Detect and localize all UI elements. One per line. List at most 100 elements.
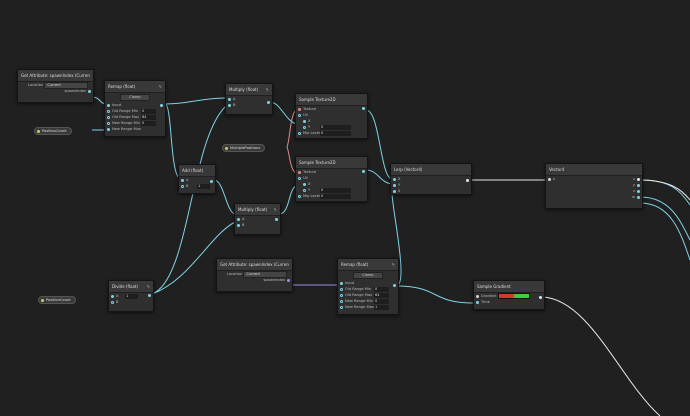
input-port[interactable] xyxy=(303,125,306,129)
input-port[interactable] xyxy=(393,189,396,193)
output-port[interactable] xyxy=(88,89,91,93)
wire-remap1-multiply1 xyxy=(164,97,227,105)
property-position-count-2[interactable]: PositionCount xyxy=(38,296,76,304)
input-port[interactable] xyxy=(107,127,110,131)
node-divide[interactable]: Divide (float) ✎ A 1 B xyxy=(108,280,154,312)
input-port[interactable] xyxy=(298,131,301,135)
input-port[interactable] xyxy=(237,217,240,221)
node-remap-2[interactable]: Remap (float) ✎ Clamp Input Old Range Min… xyxy=(337,258,399,315)
input-port[interactable] xyxy=(303,119,306,123)
input-port[interactable] xyxy=(476,294,479,298)
value-field[interactable]: 64 xyxy=(141,114,156,120)
node-multiply-2[interactable]: Multiply (float) ✎ A B xyxy=(234,203,281,235)
port-label: Gradient xyxy=(481,294,497,298)
output-port[interactable] xyxy=(275,218,278,221)
output-port[interactable] xyxy=(210,180,213,183)
node-get-attribute-2[interactable]: Get Attribute: spawnIndex (Current) Loca… xyxy=(216,258,293,292)
value-field[interactable]: 0 xyxy=(320,130,351,136)
input-port[interactable] xyxy=(181,184,184,188)
value-field[interactable]: 0 xyxy=(374,298,389,304)
input-port[interactable] xyxy=(340,299,343,303)
port-label: A xyxy=(186,178,189,182)
node-get-attribute-1[interactable]: Get Attribute: spawnIndex (Current) Loca… xyxy=(17,69,94,103)
wire-multiply1-sample1 xyxy=(269,101,297,125)
output-port[interactable] xyxy=(393,284,396,287)
output-port[interactable] xyxy=(637,195,640,199)
output-port[interactable] xyxy=(637,189,640,193)
settings-icon[interactable]: ✎ xyxy=(392,259,395,270)
settings-icon[interactable]: ✎ xyxy=(159,81,162,92)
graph-canvas[interactable]: Get Attribute: spawnIndex (Current) Loca… xyxy=(0,0,690,416)
input-port[interactable] xyxy=(107,115,110,119)
input-port[interactable] xyxy=(340,281,343,285)
input-port[interactable] xyxy=(107,103,110,107)
output-port[interactable] xyxy=(637,177,640,181)
input-port[interactable] xyxy=(298,194,301,198)
input-port[interactable] xyxy=(548,177,551,181)
value-field[interactable]: 1 xyxy=(125,293,138,299)
wire-vec4-out1 xyxy=(639,179,690,206)
node-title: Divide (float) xyxy=(112,284,139,289)
node-add[interactable]: Add (float) A B 1 xyxy=(178,164,216,194)
node-title: Multiply (float) xyxy=(238,207,268,212)
input-port[interactable] xyxy=(340,305,343,309)
output-port[interactable] xyxy=(466,179,469,182)
clamp-toggle[interactable]: Clamp xyxy=(120,94,150,101)
input-port[interactable] xyxy=(476,300,479,304)
input-port[interactable] xyxy=(181,178,184,182)
input-port[interactable] xyxy=(228,103,231,107)
input-port[interactable] xyxy=(228,97,231,101)
input-port[interactable] xyxy=(393,183,396,187)
clamp-toggle[interactable]: Clamp xyxy=(353,272,383,279)
output-port[interactable] xyxy=(539,296,542,299)
property-multiple-positions[interactable]: MultiplePositions xyxy=(222,144,266,152)
node-sample-texture-1[interactable]: Sample Texture2D Texture UV X Y 0 Mip Lev… xyxy=(295,93,368,139)
port-label: X xyxy=(308,182,311,186)
value-field[interactable]: 0 xyxy=(141,120,156,126)
input-port[interactable] xyxy=(298,170,301,174)
output-port[interactable] xyxy=(160,104,163,107)
node-remap-1[interactable]: Remap (float) ✎ Clamp Input Old Range Min… xyxy=(104,80,166,137)
output-port[interactable] xyxy=(148,294,151,297)
value-field[interactable]: 1 xyxy=(374,304,389,310)
input-port[interactable] xyxy=(298,113,301,117)
port-label: A xyxy=(233,97,236,101)
input-port[interactable] xyxy=(340,293,343,297)
input-port[interactable] xyxy=(111,300,114,304)
input-port[interactable] xyxy=(303,182,306,186)
value-field[interactable]: 0 xyxy=(141,108,156,114)
input-port[interactable] xyxy=(237,223,240,227)
node-sample-gradient[interactable]: Sample Gradient Gradient Time xyxy=(473,280,545,310)
output-port[interactable] xyxy=(362,107,365,110)
value-field[interactable]: 1 xyxy=(197,183,210,189)
settings-icon[interactable]: ✎ xyxy=(266,84,269,95)
property-position-count-1[interactable]: PositionCount xyxy=(34,127,72,135)
value-field[interactable]: 0 xyxy=(320,124,351,130)
port-label: New Range Max xyxy=(345,305,374,309)
input-port[interactable] xyxy=(340,287,343,291)
output-port[interactable] xyxy=(362,170,365,173)
input-port[interactable] xyxy=(298,176,301,180)
input-port[interactable] xyxy=(107,121,110,125)
input-port[interactable] xyxy=(298,107,301,111)
node-title: Multiply (float) xyxy=(229,87,259,92)
settings-icon[interactable]: ✎ xyxy=(147,281,150,292)
settings-icon[interactable]: ✎ xyxy=(274,204,277,215)
value-field[interactable]: 0 xyxy=(320,193,351,199)
value-field[interactable]: 0 xyxy=(320,187,351,193)
output-port[interactable] xyxy=(267,101,270,104)
output-port[interactable] xyxy=(287,278,290,282)
input-port[interactable] xyxy=(303,188,306,192)
node-sample-texture-2[interactable]: Sample Texture2D Texture UV X Y 0 Mip Lev… xyxy=(295,156,368,202)
node-vector4[interactable]: Vector4 xx y z w xyxy=(545,163,643,209)
input-port[interactable] xyxy=(107,109,110,113)
node-multiply-1[interactable]: Multiply (float) ✎ A B xyxy=(225,83,273,115)
node-lerp[interactable]: Lerp (Vector4) X Y S xyxy=(390,163,472,195)
value-field[interactable]: 0 xyxy=(374,286,389,292)
input-port[interactable] xyxy=(111,294,114,298)
port-label: UV xyxy=(303,113,309,117)
value-field[interactable]: 64 xyxy=(374,292,389,298)
input-port[interactable] xyxy=(393,177,396,181)
output-port[interactable] xyxy=(637,183,640,187)
node-title: Add (float) xyxy=(182,168,204,173)
